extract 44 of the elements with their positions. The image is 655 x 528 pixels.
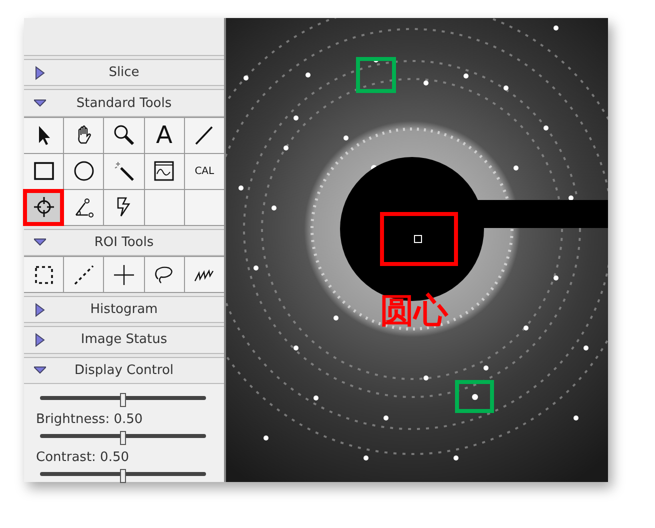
section-title: Standard Tools xyxy=(75,96,173,110)
tool-button[interactable] xyxy=(144,257,184,292)
tool-button[interactable] xyxy=(64,118,104,153)
section-title: Display Control xyxy=(73,362,175,378)
section-header[interactable]: Slice xyxy=(24,59,224,86)
tool-button[interactable]: A xyxy=(144,118,184,153)
tool-button[interactable] xyxy=(104,190,144,225)
triangle-right-icon xyxy=(34,332,46,347)
section-header[interactable]: Histogram xyxy=(24,296,224,324)
tool-button[interactable] xyxy=(64,190,104,225)
tool-button[interactable]: CAL xyxy=(184,154,224,189)
tool-button[interactable] xyxy=(104,154,144,189)
tool-button[interactable] xyxy=(104,118,144,153)
search-icon xyxy=(112,123,136,148)
tool-button[interactable] xyxy=(64,154,104,189)
section-title: ROI Tools xyxy=(93,234,155,250)
section-header[interactable]: Image Status xyxy=(24,326,224,354)
tool-button[interactable] xyxy=(24,154,64,189)
slider-label: Contrast: 0.50 xyxy=(36,450,130,465)
dashed-line-icon xyxy=(72,262,96,286)
triangle-right-icon xyxy=(34,302,46,317)
section-title: Slice xyxy=(108,65,140,80)
section-title: Histogram xyxy=(89,302,159,318)
tool-button[interactable] xyxy=(184,118,224,153)
tool-button[interactable] xyxy=(24,190,64,225)
circle-icon xyxy=(72,159,96,184)
triangle-right-icon xyxy=(34,66,46,80)
crosshair-icon xyxy=(32,195,56,220)
section-header[interactable]: Standard Tools xyxy=(24,89,224,117)
section-header[interactable]: ROI Tools xyxy=(24,228,224,256)
section-header[interactable]: Display Control xyxy=(24,356,224,384)
annotation-label: 圆心 xyxy=(380,294,448,328)
tool-button[interactable] xyxy=(144,154,184,189)
plus-icon xyxy=(112,262,136,286)
slider[interactable] xyxy=(40,468,206,482)
slider[interactable] xyxy=(40,430,206,444)
line-profile-icon xyxy=(152,159,176,184)
tool-button[interactable] xyxy=(24,257,64,292)
tool-button[interactable] xyxy=(24,118,64,153)
slider-label: Brightness: 0.50 xyxy=(36,412,144,427)
slider[interactable] xyxy=(40,392,206,406)
section-title: Image Status xyxy=(80,332,168,348)
tool-button[interactable] xyxy=(104,257,144,292)
tool-button[interactable] xyxy=(184,257,224,292)
